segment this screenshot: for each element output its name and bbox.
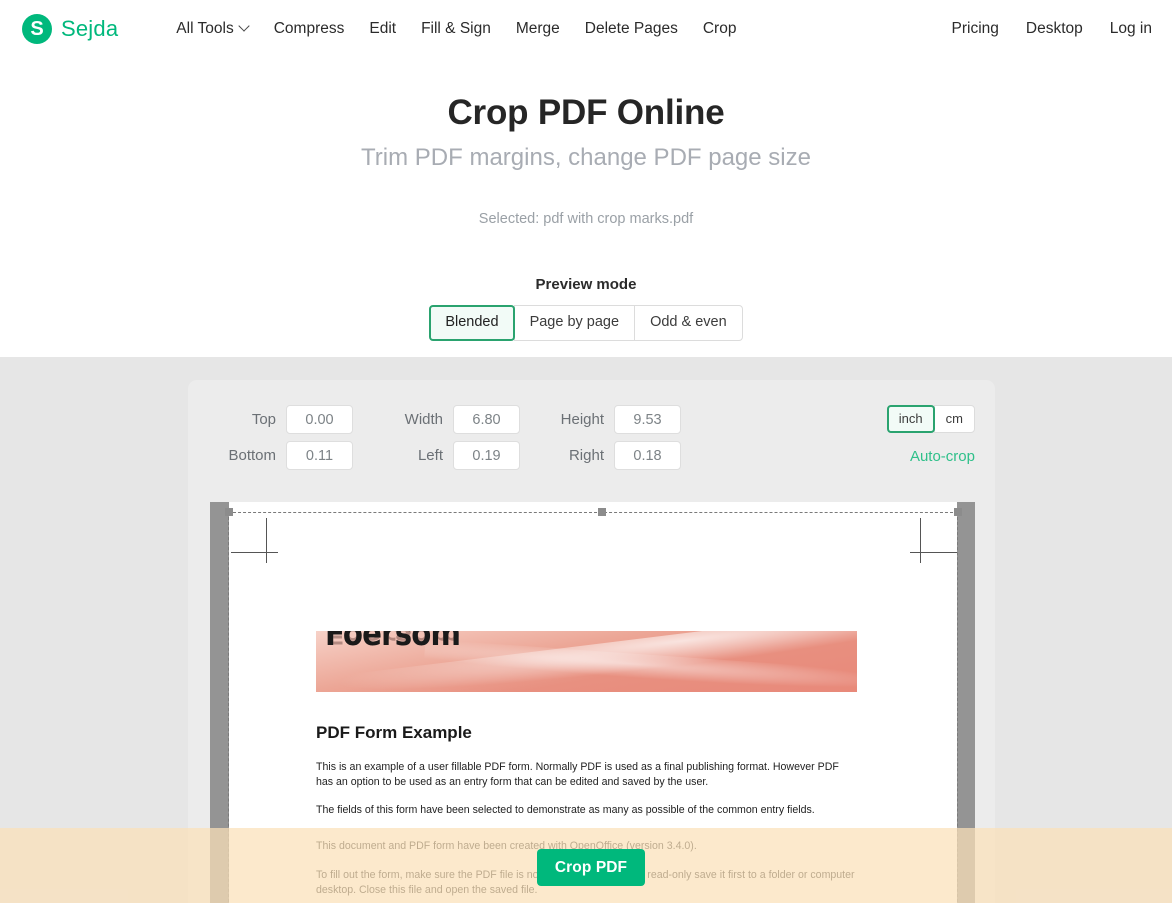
crop-fields: Top Width Height: [208, 405, 681, 477]
page-subtitle: Trim PDF margins, change PDF page size: [361, 144, 811, 171]
preview-mode-odd-and-even[interactable]: Odd & even: [634, 305, 743, 342]
crop-pdf-button[interactable]: Crop PDF: [537, 849, 645, 886]
editor-card: Top Width Height: [188, 380, 995, 903]
preview-mode-blended[interactable]: Blended: [429, 305, 515, 342]
crop-fields-row-1: Top Width Height: [208, 405, 681, 434]
auto-crop-link[interactable]: Auto-crop: [887, 448, 975, 465]
nav-item-pricing[interactable]: Pricing: [952, 20, 999, 38]
preview-mode-title: Preview mode: [535, 276, 637, 293]
crop-field-width-label: Width: [404, 411, 443, 428]
crop-field-bottom-label: Bottom: [228, 447, 276, 464]
nav-item-compress[interactable]: Compress: [274, 20, 345, 38]
document-paragraph-1: This is an example of a user fillable PD…: [316, 761, 839, 788]
crop-field-left: Left: [377, 441, 520, 470]
primary-nav: All Tools Compress Edit Fill & Sign Merg…: [176, 20, 736, 38]
document-banner-title: Foersom: [325, 631, 461, 654]
document-banner: Foersom Foersom: [316, 631, 857, 692]
unit-toggle-group: inch cm: [886, 405, 975, 433]
crop-field-width: Width: [377, 405, 520, 434]
nav-item-all-tools[interactable]: All Tools: [176, 20, 248, 38]
preview-mode-section: Preview mode Blended Page by page Odd & …: [0, 276, 1172, 342]
unit-inch[interactable]: inch: [886, 405, 935, 433]
document-heading: PDF Form Example: [316, 723, 472, 742]
unit-cm[interactable]: cm: [933, 405, 975, 433]
nav-item-crop[interactable]: Crop: [703, 20, 737, 38]
crop-field-height: Height: [544, 405, 681, 434]
sejda-logo-icon: S: [22, 13, 52, 44]
crop-fields-row-2: Bottom Left Right: [208, 441, 681, 470]
crop-field-right-label: Right: [568, 447, 604, 464]
crop-input-height[interactable]: [614, 405, 681, 434]
crop-handle-top-right[interactable]: [954, 508, 962, 516]
crop-input-top[interactable]: [286, 405, 353, 434]
crop-input-left[interactable]: [453, 441, 520, 470]
sejda-logo[interactable]: S Sejda: [22, 13, 119, 44]
sejda-logo-text: Sejda: [61, 15, 119, 41]
crop-input-right[interactable]: [614, 441, 681, 470]
nav-item-desktop[interactable]: Desktop: [1026, 20, 1083, 38]
page-title: Crop PDF Online: [447, 93, 725, 132]
site-header: S Sejda All Tools Compress Edit Fill & S…: [0, 0, 1172, 57]
preview-mode-toggle-group: Blended Page by page Odd & even: [429, 305, 743, 342]
crop-field-top-label: Top: [251, 411, 276, 428]
crop-input-bottom[interactable]: [286, 441, 353, 470]
chevron-down-icon: [240, 22, 249, 31]
crop-field-top: Top: [208, 405, 353, 434]
crop-input-width[interactable]: [453, 405, 520, 434]
crop-handle-top-center[interactable]: [598, 508, 606, 516]
crop-field-left-label: Left: [417, 447, 443, 464]
editor-work-area: Top Width Height: [0, 357, 1172, 903]
document-paragraph-2: The fields of this form have been select…: [316, 804, 815, 816]
secondary-nav: Pricing Desktop Log in: [952, 20, 1153, 38]
crop-handle-top-left[interactable]: [225, 508, 233, 516]
nav-item-edit[interactable]: Edit: [369, 20, 396, 38]
nav-item-fill-and-sign[interactable]: Fill & Sign: [421, 20, 491, 38]
crop-field-bottom: Bottom: [208, 441, 353, 470]
unit-and-autocrop: inch cm Auto-crop: [886, 405, 975, 465]
nav-item-delete-pages[interactable]: Delete Pages: [585, 20, 678, 38]
nav-item-log-in[interactable]: Log in: [1110, 20, 1152, 38]
preview-mode-page-by-page[interactable]: Page by page: [513, 305, 636, 342]
selected-file-label: Selected: pdf with crop marks.pdf: [478, 211, 694, 227]
hero-section: Crop PDF Online Trim PDF margins, change…: [0, 57, 1172, 227]
crop-field-height-label: Height: [560, 411, 604, 428]
app-root: S Sejda All Tools Compress Edit Fill & S…: [0, 0, 1172, 903]
nav-item-all-tools-label: All Tools: [176, 19, 234, 37]
nav-item-merge[interactable]: Merge: [516, 20, 560, 38]
crop-field-right: Right: [544, 441, 681, 470]
